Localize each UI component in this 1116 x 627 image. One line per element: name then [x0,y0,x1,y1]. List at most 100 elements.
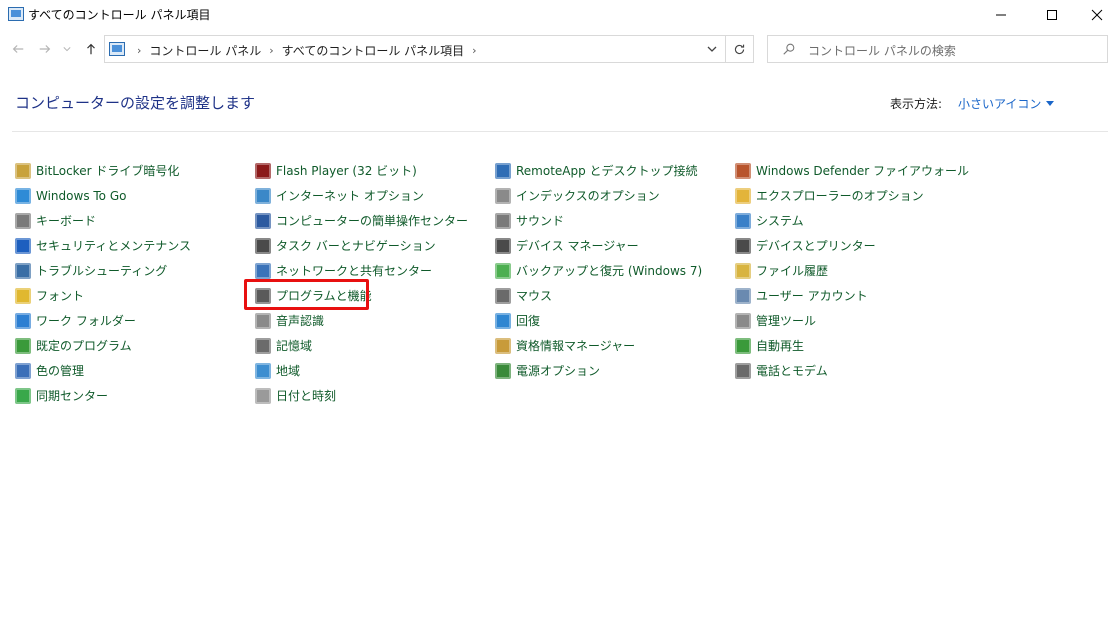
control-panel-item[interactable]: システム [735,208,975,233]
control-panel-item-label: インターネット オプション [276,189,424,203]
control-panel-item[interactable]: デバイス マネージャー [495,233,735,258]
control-panel-item-label: Windows To Go [36,188,127,203]
font-icon [15,287,31,304]
control-panel-icon [109,42,125,56]
view-by-value: 小さいアイコン [958,97,1042,111]
chevron-right-icon: › [137,44,142,57]
control-panel-item[interactable]: 管理ツール [735,308,975,333]
remoteapp-icon [495,162,511,179]
bitlocker-icon [15,162,31,179]
control-panel-item-label: インデックスのオプション [516,189,660,203]
control-panel-item[interactable]: 自動再生 [735,333,975,358]
minimize-button[interactable] [978,0,1024,30]
ease-of-access-icon [255,212,271,229]
chevron-right-icon[interactable]: › [472,44,476,57]
close-button[interactable] [1074,0,1116,30]
explorer-options-icon [735,187,751,204]
backup-restore-icon [495,262,511,279]
search-box[interactable]: コントロール パネルの検索 [767,35,1108,63]
search-placeholder: コントロール パネルの検索 [808,44,956,58]
device-manager-icon [495,237,511,254]
control-panel-item-label: 資格情報マネージャー [516,339,636,353]
control-panel-item[interactable]: ワーク フォルダー [15,308,255,333]
security-flag-icon [15,237,31,254]
navigation-bar: › コントロール パネル › すべてのコントロール パネル項目 › コントロール… [0,32,1116,66]
breadcrumb-control-panel[interactable]: コントロール パネル [149,42,261,59]
divider [12,131,1108,132]
control-panel-item-label: Windows Defender ファイアウォール [756,164,969,178]
autoplay-icon [735,337,751,354]
recovery-icon [495,312,511,329]
forward-button[interactable] [36,40,54,58]
chevron-down-icon [63,47,71,52]
control-panel-item[interactable]: プログラムと機能 [255,283,495,308]
control-panel-item[interactable]: ユーザー アカウント [735,283,975,308]
control-panel-item[interactable]: トラブルシューティング [15,258,255,283]
control-panel-item-label: バックアップと復元 (Windows 7) [516,264,703,278]
chevron-right-icon[interactable]: › [269,44,273,57]
control-panel-item[interactable]: インターネット オプション [255,183,495,208]
control-panel-item[interactable]: BitLocker ドライブ暗号化 [15,158,255,183]
sound-icon [495,212,511,229]
microphone-icon [255,312,271,329]
control-panel-item[interactable]: 電話とモデム [735,358,975,383]
control-panel-item[interactable]: インデックスのオプション [495,183,735,208]
troubleshooting-icon [15,262,31,279]
caret-down-icon [1046,101,1055,106]
admin-tools-icon [735,312,751,329]
control-panel-item[interactable]: 色の管理 [15,358,255,383]
control-panel-item[interactable]: サウンド [495,208,735,233]
items-column-3: RemoteApp とデスクトップ接続 インデックスのオプションサウンド デバイス … [495,158,735,383]
breadcrumb-all-items[interactable]: すべてのコントロール パネル項目 [282,42,465,59]
control-panel-item[interactable]: エクスプローラーのオプション [735,183,975,208]
control-panel-item[interactable]: 記憶域 [255,333,495,358]
control-panel-item[interactable]: 日付と時刻 [255,383,495,408]
control-panel-item-label: 回復 [516,314,541,328]
control-panel-item-label: 同期センター [36,389,109,403]
control-panel-item[interactable]: デバイスとプリンター [735,233,975,258]
control-panel-item[interactable]: 同期センター [15,383,255,408]
control-panel-item[interactable]: タスク バーとナビゲーション [255,233,495,258]
control-panel-item[interactable]: 地域 [255,358,495,383]
control-panel-item[interactable]: セキュリティとメンテナンス [15,233,255,258]
control-panel-item[interactable]: Windows Defender ファイアウォール [735,158,975,183]
maximize-icon [1047,10,1057,20]
control-panel-item-label: 色の管理 [36,364,85,378]
address-bar[interactable]: › コントロール パネル › すべてのコントロール パネル項目 › [104,35,726,63]
control-panel-item[interactable]: Windows To Go [15,183,255,208]
view-by-dropdown[interactable]: 小さいアイコン [958,95,1055,112]
control-panel-item[interactable]: ファイル履歴 [735,258,975,283]
control-panel-item[interactable]: 電源オプション [495,358,735,383]
address-dropdown-icon[interactable] [705,42,719,56]
control-panel-item[interactable]: ネットワークと共有センター [255,258,495,283]
items-column-1: BitLocker ドライブ暗号化 Windows To Go キーボード セキュリテ… [15,158,255,408]
up-arrow-icon [87,43,95,55]
control-panel-item[interactable]: 資格情報マネージャー [495,333,735,358]
control-panel-item[interactable]: バックアップと復元 (Windows 7) [495,258,735,283]
control-panel-item[interactable]: 既定のプログラム [15,333,255,358]
control-panel-item[interactable]: キーボード [15,208,255,233]
flash-player-icon [255,162,271,179]
up-button[interactable] [82,40,100,58]
control-panel-item-label: RemoteApp とデスクトップ接続 [516,164,698,178]
search-icon [783,43,795,55]
refresh-button[interactable] [726,35,754,63]
control-panel-item[interactable]: Flash Player (32 ビット) [255,158,495,183]
control-panel-item[interactable]: マウス [495,283,735,308]
keyboard-icon [15,212,31,229]
maximize-button[interactable] [1029,0,1075,30]
internet-options-icon [255,187,271,204]
phone-modem-icon [735,362,751,379]
control-panel-item-label: コンピューターの簡単操作センター [276,214,469,228]
color-management-icon [15,362,31,379]
control-panel-item[interactable]: 回復 [495,308,735,333]
control-panel-item[interactable]: フォント [15,283,255,308]
indexing-icon [495,187,511,204]
back-button[interactable] [9,40,27,58]
control-panel-item[interactable]: コンピューターの簡単操作センター [255,208,495,233]
control-panel-item[interactable]: 音声認識 [255,308,495,333]
control-panel-item[interactable]: RemoteApp とデスクトップ接続 [495,158,735,183]
title-bar: すべてのコントロール パネル項目 [0,0,1116,30]
recent-locations-button[interactable] [61,40,73,58]
region-icon [255,362,271,379]
